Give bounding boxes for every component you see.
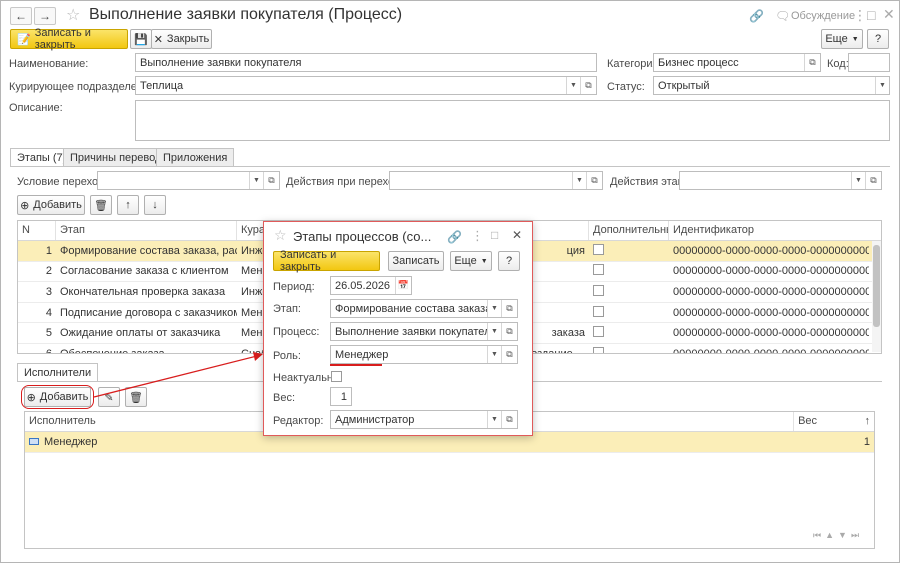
period-label: Период: (273, 281, 315, 293)
dropdown-icon[interactable]: ▼ (487, 346, 501, 363)
stage-field[interactable]: Формирование состава заказа, расче ▼ ⧉ (330, 299, 518, 318)
irrelevant-checkbox[interactable] (331, 371, 342, 382)
dropdown-icon[interactable]: ▼ (487, 323, 501, 340)
dialog-save-button[interactable]: Записать (388, 251, 444, 271)
process-label: Процесс: (273, 326, 320, 338)
favorite-star-icon[interactable]: ☆ (274, 227, 287, 244)
main-window: ← → ☆ Выполнение заявки покупателя (Проц… (0, 0, 900, 563)
role-label: Роль: (273, 350, 301, 362)
editor-label: Редактор: (273, 415, 324, 427)
dropdown-icon[interactable]: ▼ (487, 300, 501, 317)
open-icon[interactable]: ⧉ (501, 300, 517, 317)
weight-label: Вес: (273, 392, 296, 404)
dropdown-icon[interactable]: ▼ (487, 411, 501, 428)
open-icon[interactable]: ⧉ (501, 411, 517, 428)
dialog-help-button[interactable]: ? (498, 251, 520, 271)
open-icon[interactable]: ⧉ (501, 323, 517, 340)
maximize-icon[interactable]: □ (491, 228, 498, 242)
chevron-down-icon: ▼ (480, 257, 488, 265)
calendar-icon[interactable]: 📅 (395, 277, 411, 294)
open-icon[interactable]: ⧉ (501, 346, 517, 363)
stage-label: Этап: (273, 303, 301, 315)
stage-dialog: ☆ Этапы процессов (со... 🔗 ⋮ □ ✕ Записат… (263, 221, 533, 436)
more-dots-icon[interactable]: ⋮ (471, 228, 484, 244)
dialog-more-button[interactable]: Еще ▼ (450, 251, 492, 271)
weight-field[interactable]: 1 (330, 387, 352, 406)
role-field[interactable]: Менеджер ▼ ⧉ (330, 345, 518, 364)
role-underline (330, 364, 382, 366)
dialog-title: Этапы процессов (со... (293, 229, 432, 244)
editor-field[interactable]: Администратор ▼ ⧉ (330, 410, 518, 429)
process-field[interactable]: Выполнение заявки покупателя ▼ ⧉ (330, 322, 518, 341)
close-dialog-icon[interactable]: ✕ (512, 228, 522, 242)
period-field[interactable]: 26.05.2026 📅 (330, 276, 412, 295)
link-icon[interactable]: 🔗 (447, 230, 462, 244)
dialog-save-close-button[interactable]: Записать и закрыть (273, 249, 380, 273)
